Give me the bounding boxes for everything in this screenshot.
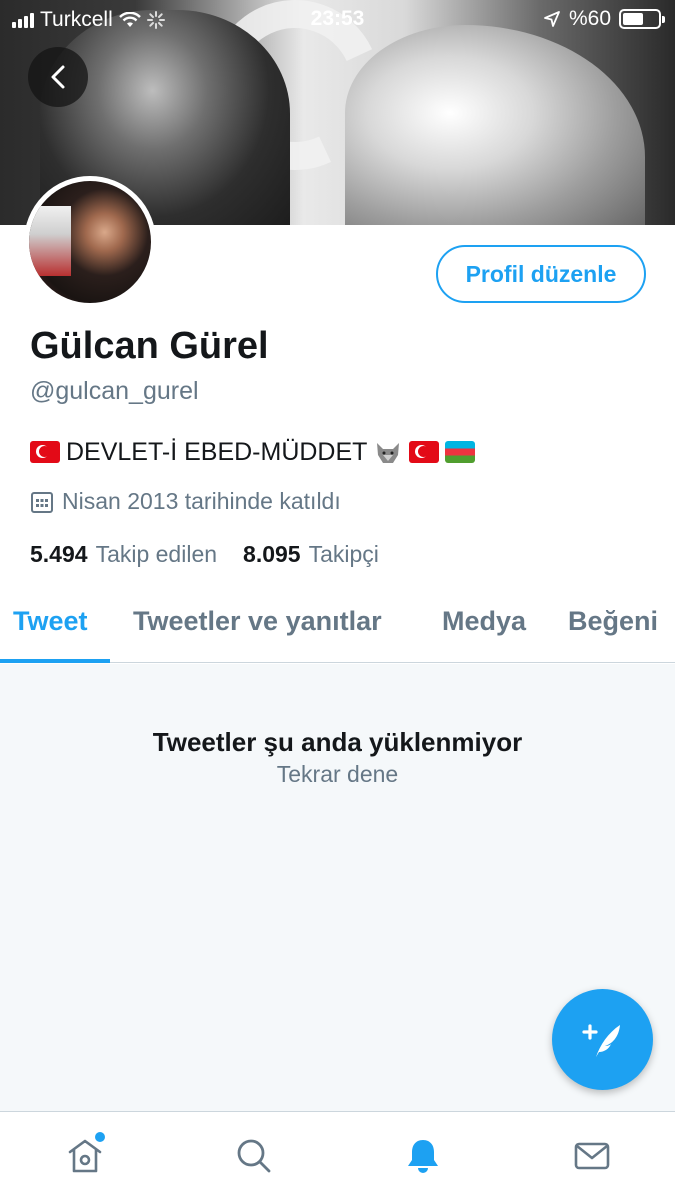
edit-profile-button[interactable]: Profil düzenle — [436, 245, 646, 303]
banner-wolf — [345, 25, 645, 225]
active-tab-indicator — [0, 659, 110, 663]
bio-text: DEVLET-İ EBED-MÜDDET — [66, 437, 368, 466]
battery-icon — [619, 9, 665, 29]
avatar[interactable] — [24, 176, 156, 308]
profile-handle: @gulcan_gurel — [30, 377, 199, 405]
messages-icon — [574, 1142, 610, 1170]
new-content-dot — [95, 1132, 105, 1142]
notifications-icon — [408, 1140, 438, 1173]
nav-home[interactable] — [63, 1132, 107, 1178]
nav-search[interactable] — [232, 1134, 276, 1178]
nav-notifications[interactable] — [401, 1134, 445, 1178]
compose-tweet-button[interactable] — [552, 989, 653, 1090]
battery-percent: %60 — [568, 7, 611, 30]
wolf-icon — [377, 443, 400, 463]
bottom-tab-bar — [0, 1111, 675, 1200]
retry-link[interactable]: Tekrar dene — [0, 761, 675, 788]
home-icon — [68, 1139, 102, 1173]
following-label[interactable]: Takip edilen — [96, 541, 217, 568]
turkey-flag-icon — [409, 441, 440, 463]
azerbaijan-flag-icon — [445, 441, 476, 463]
tab-tweets-and-replies[interactable]: Tweetler ve yanıtlar — [133, 606, 382, 637]
location-arrow-icon — [544, 11, 560, 27]
nav-messages[interactable] — [570, 1134, 614, 1178]
profile-name: Gülcan Gürel — [30, 325, 269, 367]
profile-tabs: Tweet Tweetler ve yanıtlar Medya Beğeni — [0, 590, 675, 663]
search-icon — [237, 1139, 271, 1173]
chevron-left-icon — [51, 65, 65, 89]
empty-state-message: Tweetler şu anda yüklenmiyor — [152, 727, 523, 757]
profile-bio: DEVLET-İ EBED-MÜDDET — [30, 437, 476, 467]
joined-date: Nisan 2013 tarihinde katıldı — [30, 488, 341, 515]
avatar-background-poster — [29, 206, 71, 276]
status-bar: Turkcell 23:53 %60 — [0, 0, 675, 40]
joined-text: Nisan 2013 tarihinde katıldı — [62, 488, 341, 514]
tab-media[interactable]: Medya — [442, 606, 526, 637]
followers-label[interactable]: Takipçi — [309, 541, 379, 568]
profile-stats: 5.494 Takip edilen 8.095 Takipçi — [30, 541, 379, 568]
compose-feather-icon — [581, 1023, 620, 1057]
calendar-icon — [31, 491, 53, 513]
followers-count[interactable]: 8.095 — [243, 541, 301, 568]
tab-tweets[interactable]: Tweet — [13, 606, 88, 637]
back-button[interactable] — [28, 47, 88, 107]
turkey-flag-icon — [30, 441, 60, 463]
following-count[interactable]: 5.494 — [30, 541, 88, 568]
tab-likes[interactable]: Beğeni — [568, 606, 658, 637]
